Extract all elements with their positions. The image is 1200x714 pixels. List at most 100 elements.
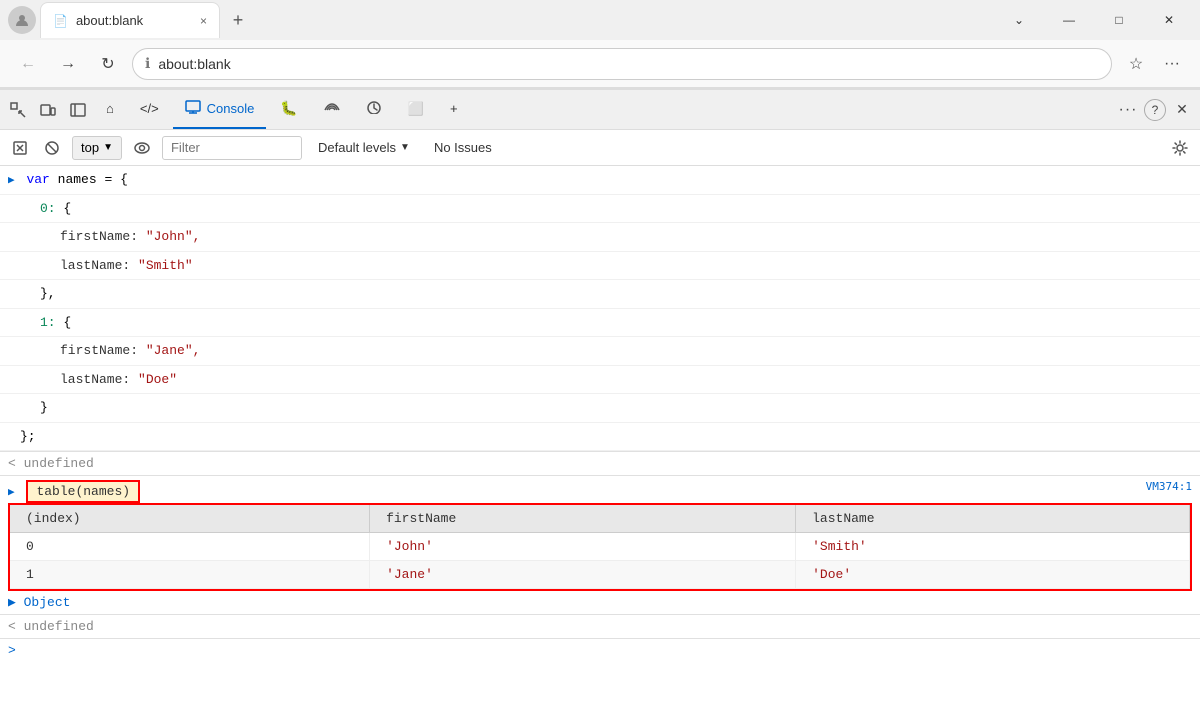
index-1: 1: (40, 315, 56, 330)
levels-arrow-icon: ▼ (400, 142, 410, 153)
console-prompt[interactable]: > (0, 639, 1200, 662)
cell-index: 1 (10, 561, 370, 589)
tab-title: about:blank (76, 13, 143, 28)
console-output: ▶ var names = { 0: { firstName: "John", … (0, 166, 1200, 714)
console-monitor-icon (185, 100, 201, 117)
object-line[interactable]: ▶ Object (0, 591, 1200, 614)
data-table-wrapper: (index) firstName lastName 0'John''Smith… (8, 503, 1192, 591)
devtools-help-button[interactable]: ? (1144, 99, 1166, 121)
window-controls: ⌄ — □ ✕ (996, 4, 1192, 36)
expand-arrow-icon[interactable]: ▶ (8, 175, 15, 187)
brace-open: { (56, 201, 72, 216)
console-line-fn0: firstName: "John", (0, 223, 1200, 252)
cell-firstname: 'Jane' (370, 561, 796, 589)
lastname-prop-1: lastName: (60, 372, 138, 387)
firstname-prop-1: firstName: (60, 343, 146, 358)
firstname-val-1: "Jane", (146, 343, 201, 358)
console-line-semicolon: }; (0, 423, 1200, 452)
sidebar-button[interactable] (64, 96, 92, 124)
back-button[interactable]: ← (12, 48, 44, 80)
refresh-button[interactable]: ↻ (92, 48, 124, 80)
levels-label: Default levels (318, 140, 396, 155)
context-selector[interactable]: top ▼ (72, 136, 122, 160)
console-settings-button[interactable] (1168, 136, 1192, 160)
console-line-close1: } (0, 394, 1200, 423)
tab-bar: 📄 about:blank × + (40, 2, 992, 38)
dropdown-arrow-icon: ▼ (103, 142, 113, 153)
table-body: 0'John''Smith'1'Jane''Doe' (10, 533, 1190, 589)
nav-bar: ← → ↻ ℹ about:blank ☆ ··· (0, 40, 1200, 88)
filter-input[interactable] (162, 136, 302, 160)
tab-performance[interactable] (354, 91, 394, 129)
index-0: 0: (40, 201, 56, 216)
tab-debugger[interactable]: 🐛 (268, 91, 309, 129)
console-line-fn1: firstName: "Jane", (0, 337, 1200, 366)
console-line-ln0: lastName: "Smith" (0, 252, 1200, 281)
maximize-button[interactable]: □ (1096, 4, 1142, 36)
more-tools-button[interactable]: + (450, 101, 458, 116)
keyword-var: var (26, 172, 49, 187)
tab-elements[interactable]: ⌂ (94, 91, 126, 129)
issues-indicator: No Issues (426, 138, 500, 157)
chevron-button[interactable]: ⌄ (996, 4, 1042, 36)
close-semicolon: }; (20, 429, 36, 444)
col-header-firstname: firstName (370, 505, 796, 533)
table-arrow-icon[interactable]: ▶ (8, 487, 15, 499)
table-command-container: ▶ table(names) VM374:1 (0, 476, 1200, 503)
tab-console[interactable]: Console (173, 91, 267, 129)
address-text: about:blank (158, 56, 230, 72)
browser-window: 📄 about:blank × + ⌄ — □ ✕ ← → ↻ ℹ about:… (0, 0, 1200, 714)
log-levels-button[interactable]: Default levels ▼ (310, 138, 418, 157)
close-brace-1: } (40, 400, 48, 415)
console-line-ln1: lastName: "Doe" (0, 366, 1200, 395)
tab-close-button[interactable]: × (200, 14, 207, 28)
tab-source[interactable]: </> (128, 91, 171, 129)
devtools-close-button[interactable]: ✕ (1168, 96, 1196, 124)
minimize-button[interactable]: — (1046, 4, 1092, 36)
devtools-more-button[interactable]: ··· (1114, 96, 1142, 124)
nav-actions: ☆ ··· (1120, 48, 1188, 80)
active-tab[interactable]: 📄 about:blank × (40, 2, 220, 38)
address-bar[interactable]: ℹ about:blank (132, 48, 1112, 80)
brace-open-1: { (56, 315, 72, 330)
block-button[interactable] (40, 136, 64, 160)
inspect-element-button[interactable] (4, 96, 32, 124)
console-line-key1: 1: { (0, 309, 1200, 338)
network-icon (324, 100, 340, 117)
profile-avatar[interactable] (8, 6, 36, 34)
col-header-index: (index) (10, 505, 370, 533)
favorite-button[interactable]: ☆ (1120, 48, 1152, 80)
eye-button[interactable] (130, 136, 154, 160)
title-bar: 📄 about:blank × + ⌄ — □ ✕ (0, 0, 1200, 40)
lastname-val-0: "Smith" (138, 258, 193, 273)
table-header-row: (index) firstName lastName (10, 505, 1190, 533)
tab-memory[interactable]: ⬜ (396, 91, 436, 129)
close-brace-0: }, (40, 286, 56, 301)
console-line-close0: }, (0, 280, 1200, 309)
context-label: top (81, 140, 99, 155)
table-command-text: table(names) (26, 480, 140, 503)
console-toolbar: top ▼ Default levels ▼ No Issues (0, 130, 1200, 166)
col-header-lastname: lastName (796, 505, 1190, 533)
cell-lastname: 'Smith' (796, 533, 1190, 561)
close-button[interactable]: ✕ (1146, 4, 1192, 36)
console-line-var-decl: ▶ var names = { (0, 166, 1200, 195)
devtools-panel: ⌂ </> Console 🐛 (0, 88, 1200, 714)
performance-icon (366, 100, 382, 117)
tab-network[interactable] (312, 91, 352, 129)
data-table: (index) firstName lastName 0'John''Smith… (10, 505, 1190, 589)
cell-index: 0 (10, 533, 370, 561)
cell-firstname: 'John' (370, 533, 796, 561)
undefined-line-2: < undefined (0, 615, 1200, 638)
new-tab-button[interactable]: + (222, 4, 254, 36)
console-line-key0: 0: { (0, 195, 1200, 224)
forward-button[interactable]: → (52, 48, 84, 80)
clear-console-button[interactable] (8, 136, 32, 160)
home-icon: ⌂ (106, 101, 114, 116)
more-button[interactable]: ··· (1156, 48, 1188, 80)
lastname-prop-0: lastName: (60, 258, 138, 273)
table-row: 1'Jane''Doe' (10, 561, 1190, 589)
tab-more[interactable]: + (438, 91, 470, 129)
vm-ref: VM374:1 (1146, 480, 1192, 493)
device-emulation-button[interactable] (34, 96, 62, 124)
